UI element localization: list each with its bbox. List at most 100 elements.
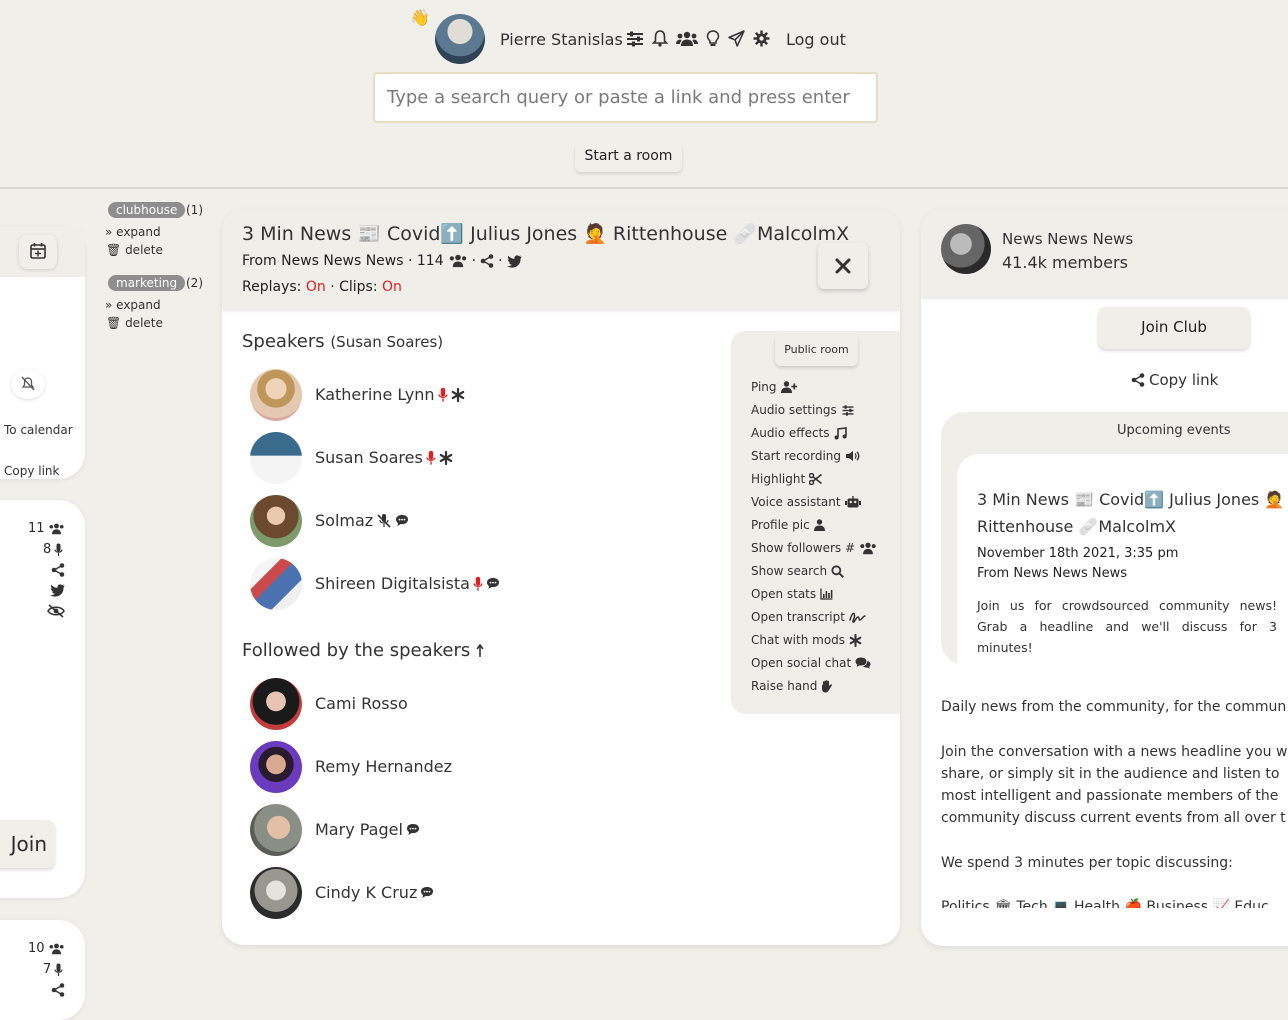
room-title: 3 Min News 📰 Covid⬆️ Julius Jones 🤦 Ritt… bbox=[242, 223, 850, 245]
club-description-line: We spend 3 minutes per topic discussing: bbox=[941, 855, 1233, 871]
raised-hand-icon bbox=[822, 679, 833, 692]
menu-item-profile-pic[interactable]: Profile pic bbox=[751, 518, 825, 532]
copy-link-label[interactable]: Copy link bbox=[4, 464, 59, 478]
avatar bbox=[250, 867, 302, 919]
tag-count: (2) bbox=[186, 276, 203, 290]
club-description-line: Politics 🏛 Tech 💻 Health 🍎 Business 📈 Ed… bbox=[941, 899, 1269, 908]
bell-icon[interactable] bbox=[652, 30, 668, 47]
music-note-icon bbox=[834, 426, 847, 439]
menu-item-open-transcript[interactable]: Open transcript bbox=[751, 610, 866, 624]
add-to-calendar-button[interactable] bbox=[19, 235, 57, 269]
chat-bubble-icon bbox=[421, 887, 434, 898]
speaker-count: 8 bbox=[43, 542, 63, 557]
delete-link[interactable]: 🗑 delete bbox=[106, 243, 163, 257]
users-icon[interactable] bbox=[676, 31, 698, 47]
menu-item-audio-effects[interactable]: Audio effects bbox=[751, 426, 847, 440]
delete-link[interactable]: 🗑 delete bbox=[106, 316, 163, 330]
close-button[interactable] bbox=[818, 243, 868, 289]
menu-item-show-followers[interactable]: Show followers # bbox=[751, 541, 877, 555]
menu-item-raise-hand[interactable]: Raise hand bbox=[751, 679, 834, 693]
gear-icon[interactable] bbox=[753, 30, 770, 47]
club-name[interactable]: News News News bbox=[1002, 230, 1133, 248]
share-icon[interactable] bbox=[51, 983, 65, 997]
avatar bbox=[250, 678, 302, 730]
listener-count: 10 bbox=[28, 941, 65, 956]
copy-link-button[interactable]: Copy link bbox=[1131, 371, 1218, 389]
user-icon bbox=[813, 519, 825, 531]
moderator-name: (Susan Soares) bbox=[330, 333, 444, 351]
menu-item-start-recording[interactable]: Start recording bbox=[751, 449, 860, 463]
mic-icon bbox=[426, 450, 436, 465]
user-avatar[interactable] bbox=[435, 14, 485, 64]
room-card-partial-2: 11 8 Join bbox=[0, 500, 85, 898]
mic-icon bbox=[438, 387, 448, 402]
chat-bubble-icon bbox=[486, 578, 499, 589]
search-icon bbox=[831, 564, 844, 578]
chat-bubbles-icon bbox=[855, 657, 871, 669]
volume-icon bbox=[846, 451, 860, 461]
club-description-line: share, or simply sit in the audience and… bbox=[941, 766, 1280, 782]
join-button[interactable]: Join bbox=[0, 820, 55, 868]
expand-link[interactable]: » expand bbox=[105, 225, 161, 239]
club-description-line: Join the conversation with a news headli… bbox=[941, 744, 1288, 760]
share-icon bbox=[1131, 373, 1145, 387]
event-card[interactable]: 3 Min News 📰 Covid⬆️ Julius Jones 🤦 Ritt… bbox=[957, 454, 1288, 704]
muted-mic-icon bbox=[377, 513, 391, 528]
avatar bbox=[250, 558, 302, 610]
twitter-icon[interactable] bbox=[506, 254, 522, 268]
start-room-button[interactable]: Start a room bbox=[575, 142, 682, 172]
speakers-heading: Speakers (Susan Soares) bbox=[242, 331, 444, 352]
sliders-icon bbox=[842, 404, 854, 416]
menu-item-audio-settings[interactable]: Audio settings bbox=[751, 403, 855, 417]
club-avatar[interactable] bbox=[941, 224, 991, 274]
hidden-eye-icon[interactable] bbox=[47, 604, 65, 618]
search-input[interactable] bbox=[373, 72, 878, 123]
logout-link[interactable]: Log out bbox=[786, 30, 846, 49]
menu-item-open-stats[interactable]: Open stats bbox=[751, 587, 833, 601]
public-room-button[interactable]: Public room bbox=[775, 334, 858, 366]
upcoming-events: Upcoming events 3 Min News 📰 Covid⬆️ Jul… bbox=[941, 412, 1288, 704]
twitter-icon[interactable] bbox=[50, 584, 65, 597]
avatar bbox=[250, 741, 302, 793]
asterisk-icon bbox=[451, 387, 464, 402]
menu-item-voice-assistant[interactable]: Voice assistant bbox=[751, 495, 861, 509]
tag-marketing[interactable]: marketing bbox=[108, 275, 186, 291]
avatar bbox=[250, 432, 302, 484]
menu-item-ping[interactable]: Ping bbox=[751, 380, 797, 394]
sliders-icon[interactable] bbox=[626, 31, 644, 47]
chat-bubble-icon bbox=[396, 515, 409, 526]
menu-item-chat-with-mods[interactable]: Chat with mods bbox=[751, 633, 862, 647]
tag-clubhouse[interactable]: clubhouse bbox=[108, 202, 186, 218]
club-panel: News News News 41.4k members Join Club C… bbox=[921, 209, 1288, 946]
share-icon[interactable] bbox=[51, 563, 65, 577]
room-panel: 3 Min News 📰 Covid⬆️ Julius Jones 🤦 Ritt… bbox=[222, 209, 900, 945]
share-icon[interactable] bbox=[480, 254, 494, 268]
join-club-button[interactable]: Join Club bbox=[1098, 307, 1250, 349]
clips-status: On bbox=[382, 279, 402, 295]
room-header: 3 Min News 📰 Covid⬆️ Julius Jones 🤦 Ritt… bbox=[222, 209, 900, 309]
room-card-partial-3: 10 7 bbox=[0, 920, 85, 1020]
expand-link[interactable]: » expand bbox=[105, 298, 161, 312]
club-header: News News News 41.4k members bbox=[921, 209, 1288, 297]
event-date: November 18th 2021, 3:35 pm bbox=[977, 546, 1179, 561]
scissors-icon bbox=[809, 473, 823, 485]
chat-bubble-icon bbox=[406, 824, 419, 835]
mic-icon bbox=[473, 576, 483, 591]
club-description-line: community discuss current events from al… bbox=[941, 810, 1286, 826]
mute-notifications-button[interactable] bbox=[11, 369, 45, 399]
send-icon[interactable] bbox=[728, 30, 745, 47]
lightbulb-icon[interactable] bbox=[706, 30, 720, 47]
user-name[interactable]: Pierre Stanislas bbox=[500, 30, 623, 49]
menu-item-show-search[interactable]: Show search bbox=[751, 564, 844, 578]
users-icon bbox=[48, 943, 64, 954]
menu-item-highlight[interactable]: Highlight bbox=[751, 472, 823, 486]
avatar bbox=[250, 369, 302, 421]
asterisk-icon bbox=[849, 633, 862, 647]
replays-status: On bbox=[305, 279, 326, 295]
club-description-line: Daily news from the community, for the c… bbox=[941, 699, 1287, 715]
to-calendar-label[interactable]: To calendar bbox=[4, 423, 73, 437]
robot-icon bbox=[844, 496, 861, 508]
menu-item-open-social-chat[interactable]: Open social chat bbox=[751, 656, 871, 670]
tag-count: (1) bbox=[186, 203, 203, 217]
asterisk-icon bbox=[439, 450, 453, 465]
